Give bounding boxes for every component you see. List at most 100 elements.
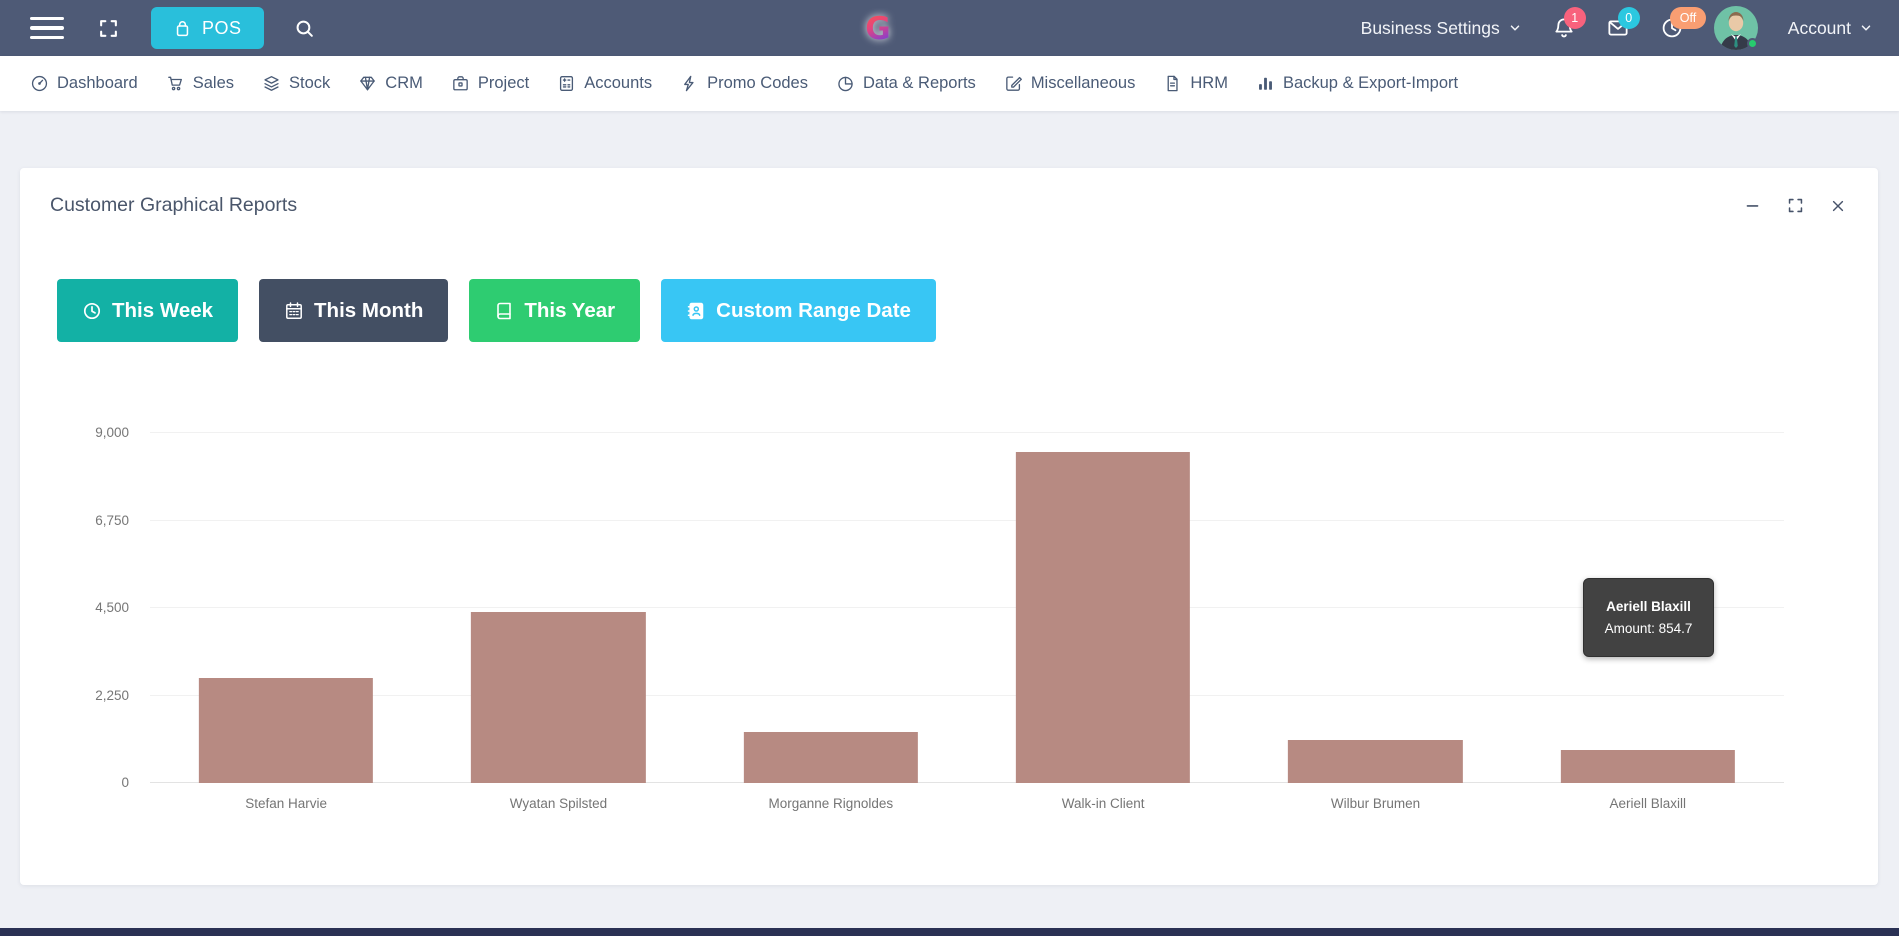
menu-item-hrm[interactable]: HRM	[1163, 74, 1228, 93]
menu-item-label: Miscellaneous	[1031, 74, 1136, 93]
expand-button[interactable]	[1787, 197, 1804, 214]
clock-button[interactable]: Off	[1660, 16, 1684, 40]
search-button[interactable]	[294, 18, 315, 39]
business-settings-dropdown[interactable]: Business Settings	[1361, 18, 1522, 39]
fullscreen-button[interactable]	[98, 18, 119, 39]
tooltip-title: Aeriell Blaxill	[1606, 599, 1691, 614]
x-axis-label: Wilbur Brumen	[1239, 796, 1511, 811]
y-axis-tick: 9,000	[95, 425, 129, 440]
menu-item-data-reports[interactable]: Data & Reports	[836, 74, 976, 93]
filter-this-month-button[interactable]: This Month	[259, 279, 448, 342]
expand-icon	[1787, 197, 1804, 214]
backup-export-import-icon	[1256, 74, 1275, 93]
chevron-down-icon	[1859, 21, 1873, 35]
data-reports-icon	[836, 74, 855, 93]
bar-wilbur-brumen[interactable]	[1288, 740, 1462, 783]
fullscreen-icon	[98, 18, 119, 39]
address-book-icon	[686, 301, 706, 321]
bar-morganne-rignoldes[interactable]	[744, 732, 918, 783]
menu-item-label: Dashboard	[57, 74, 138, 93]
menu-item-promo-codes[interactable]: Promo Codes	[680, 74, 808, 93]
y-axis-tick: 0	[121, 775, 129, 790]
main-menu: Dashboard Sales Stock CRM Project Accounts Pro…	[0, 56, 1899, 111]
y-axis-tick: 4,500	[95, 600, 129, 615]
card-title: Customer Graphical Reports	[50, 194, 297, 217]
minus-icon	[1744, 197, 1761, 214]
menu-item-label: Promo Codes	[707, 74, 808, 93]
menu-item-label: Accounts	[584, 74, 652, 93]
bar-column	[422, 433, 694, 783]
customer-graphical-reports-card: Customer Graphical Reports This Week This…	[20, 168, 1878, 885]
menu-item-label: Sales	[193, 74, 234, 93]
filter-button-label: Custom Range Date	[716, 299, 911, 323]
clock-icon	[82, 301, 102, 321]
pos-button-label: POS	[202, 18, 242, 39]
hrm-icon	[1163, 74, 1182, 93]
menu-item-miscellaneous[interactable]: Miscellaneous	[1004, 74, 1136, 93]
account-dropdown[interactable]: Account	[1788, 18, 1873, 39]
clock-status-badge: Off	[1670, 7, 1706, 29]
x-axis-label: Walk-in Client	[967, 796, 1239, 811]
filter-button-label: This Year	[524, 299, 615, 323]
bar-walk-in-client[interactable]	[1016, 452, 1190, 783]
crm-icon	[358, 74, 377, 93]
menu-item-label: HRM	[1190, 74, 1228, 93]
book-icon	[494, 301, 514, 321]
collapse-button[interactable]	[1744, 197, 1761, 214]
x-axis-label: Stefan Harvie	[150, 796, 422, 811]
svg-text:G: G	[865, 11, 890, 47]
messages-button[interactable]: 0	[1606, 16, 1630, 40]
menu-item-crm[interactable]: CRM	[358, 74, 423, 93]
menu-item-stock[interactable]: Stock	[262, 74, 330, 93]
pos-button[interactable]: POS	[151, 7, 264, 49]
menu-item-backup-export-import[interactable]: Backup & Export-Import	[1256, 74, 1458, 93]
bar-chart: 02,2504,5006,7509,000 Stefan HarvieWyata…	[150, 433, 1784, 783]
dashboard-icon	[30, 74, 49, 93]
top-navbar: POS G Business Settings 1 0	[0, 0, 1899, 56]
bar-column	[1239, 433, 1511, 783]
account-label: Account	[1788, 18, 1851, 39]
close-icon	[1830, 198, 1846, 214]
menu-item-accounts[interactable]: Accounts	[557, 74, 652, 93]
bar-column	[695, 433, 967, 783]
x-axis-label: Aeriell Blaxill	[1512, 796, 1784, 811]
close-button[interactable]	[1830, 197, 1846, 214]
online-status-dot	[1747, 38, 1758, 49]
menu-item-label: CRM	[385, 74, 423, 93]
menu-item-label: Stock	[289, 74, 330, 93]
filter-this-week-button[interactable]: This Week	[57, 279, 238, 342]
stock-icon	[262, 74, 281, 93]
x-axis-labels: Stefan HarvieWyatan SpilstedMorganne Rig…	[150, 796, 1784, 811]
filter-custom-range-date-button[interactable]: Custom Range Date	[661, 279, 936, 342]
notifications-button[interactable]: 1	[1552, 16, 1576, 40]
menu-item-dashboard[interactable]: Dashboard	[30, 74, 138, 93]
app-logo: G	[858, 8, 898, 48]
hamburger-menu-button[interactable]	[30, 17, 64, 40]
menu-item-sales[interactable]: Sales	[166, 74, 234, 93]
y-axis-tick: 6,750	[95, 513, 129, 528]
tooltip-value: Amount: 854.7	[1605, 621, 1693, 636]
bar-aeriell-blaxill[interactable]	[1561, 750, 1735, 783]
filter-button-label: This Month	[314, 299, 423, 323]
menu-item-label: Data & Reports	[863, 74, 976, 93]
chart-tooltip: Aeriell Blaxill Amount: 854.7	[1583, 578, 1714, 657]
miscellaneous-icon	[1004, 74, 1023, 93]
shopping-bag-icon	[173, 19, 192, 38]
project-icon	[451, 74, 470, 93]
x-axis-label: Morganne Rignoldes	[695, 796, 967, 811]
x-axis-label: Wyatan Spilsted	[422, 796, 694, 811]
promo-codes-icon	[680, 74, 699, 93]
chevron-down-icon	[1508, 21, 1522, 35]
message-badge: 0	[1618, 7, 1640, 29]
accounts-icon	[557, 74, 576, 93]
bar-wyatan-spilsted[interactable]	[471, 612, 645, 783]
bar-column	[967, 433, 1239, 783]
sales-icon	[166, 74, 185, 93]
bar-column	[150, 433, 422, 783]
avatar[interactable]	[1714, 6, 1758, 50]
calendar-icon	[284, 301, 304, 321]
menu-item-project[interactable]: Project	[451, 74, 529, 93]
menu-item-label: Backup & Export-Import	[1283, 74, 1458, 93]
bar-stefan-harvie[interactable]	[199, 678, 373, 783]
filter-this-year-button[interactable]: This Year	[469, 279, 640, 342]
